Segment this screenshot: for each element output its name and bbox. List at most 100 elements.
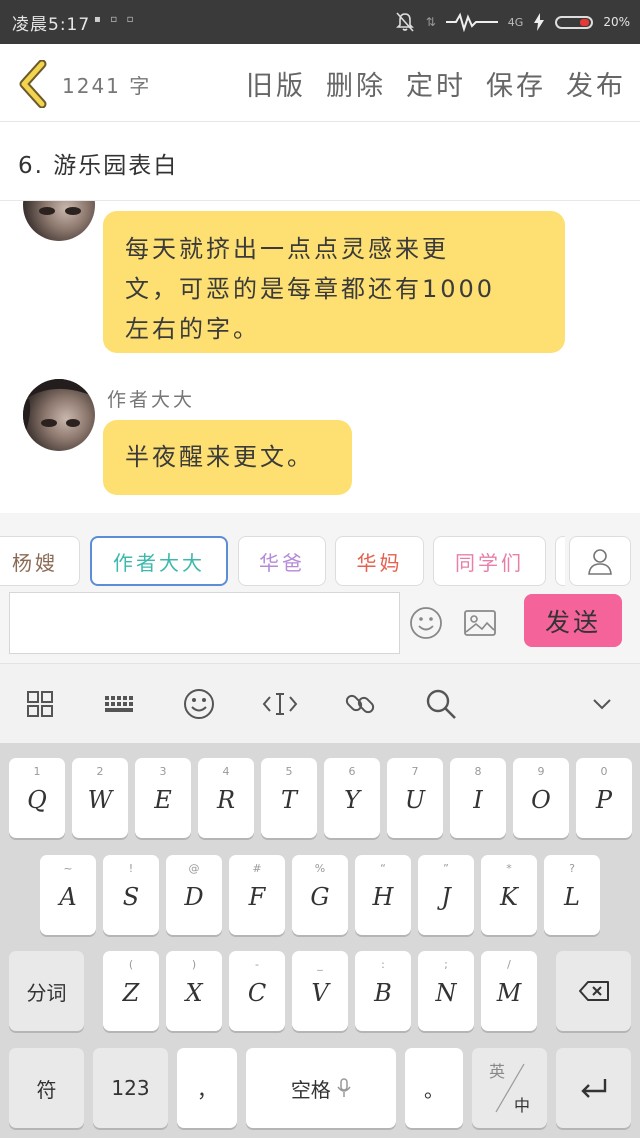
message-input[interactable] xyxy=(9,592,400,654)
keyboard: 1Q 2W 3E 4R 5T 6Y 7U 8I 9O 0P ~ A ! S @ D #… xyxy=(0,743,640,1138)
key-sub: 4 xyxy=(222,765,230,778)
key-letter: I xyxy=(473,786,483,814)
language-switch-key[interactable]: 英 中 xyxy=(472,1048,547,1128)
key-letter: U xyxy=(404,786,426,814)
back-button[interactable] xyxy=(16,59,50,109)
key-sub: # xyxy=(252,862,262,875)
number-key[interactable]: 123 xyxy=(93,1048,168,1128)
battery-icon xyxy=(555,15,594,29)
key-l[interactable]: ? L xyxy=(544,855,600,935)
key-i[interactable]: 8I xyxy=(450,758,506,838)
key-letter: Q xyxy=(27,786,47,814)
role-label: 同学们 xyxy=(455,550,524,575)
image-button[interactable] xyxy=(463,608,497,642)
backspace-key[interactable] xyxy=(556,951,631,1031)
key-h[interactable]: “H xyxy=(355,855,411,935)
role-chip-selected[interactable]: 作者大大 xyxy=(90,536,228,586)
key-sub: @ xyxy=(188,862,200,875)
role-chip[interactable]: 杨嫂 xyxy=(0,536,80,586)
key-j[interactable]: ” J xyxy=(418,855,474,935)
key-u[interactable]: 7U xyxy=(387,758,443,838)
cursor-edit-icon[interactable] xyxy=(260,684,300,724)
message-bubble[interactable]: 半夜醒来更文。 xyxy=(103,420,352,495)
key-label: 空格 xyxy=(290,1077,331,1102)
chapter-title[interactable]: 6. 游乐园表白 xyxy=(18,146,178,180)
old-version-button[interactable]: 旧版 xyxy=(246,64,306,103)
key-p[interactable]: 0P xyxy=(576,758,632,838)
key-m[interactable]: / M xyxy=(481,951,537,1031)
key-letter: N xyxy=(435,979,457,1007)
key-d[interactable]: @ D xyxy=(166,855,222,935)
manage-roles-button[interactable] xyxy=(569,536,631,586)
keyboard-layout-icon[interactable] xyxy=(99,684,139,724)
key-w[interactable]: 2W xyxy=(72,758,128,838)
space-label-group: 空格 xyxy=(246,1048,396,1128)
publish-button[interactable]: 发布 xyxy=(566,64,626,103)
key-sub: ( xyxy=(128,958,134,971)
search-icon[interactable] xyxy=(421,684,461,724)
key-sub: 8 xyxy=(474,765,482,778)
key-letter: J xyxy=(441,883,451,911)
key-letter: R xyxy=(216,786,236,814)
key-sub: ” xyxy=(443,862,449,875)
notification-icons: ▪ ▫ ▫ xyxy=(94,14,134,25)
key-sub: ! xyxy=(128,862,134,875)
key-x[interactable]: ) X xyxy=(166,951,222,1031)
comma-key[interactable]: ， xyxy=(177,1048,237,1128)
key-c[interactable]: -C xyxy=(229,951,285,1031)
save-button[interactable]: 保存 xyxy=(486,64,546,103)
key-n[interactable]: ; N xyxy=(418,951,474,1031)
apps-grid-icon[interactable] xyxy=(20,684,60,724)
key-o[interactable]: 9O xyxy=(513,758,569,838)
key-v[interactable]: _ V xyxy=(292,951,348,1031)
key-b[interactable]: :B xyxy=(355,951,411,1031)
avatar[interactable] xyxy=(23,379,95,451)
enter-key[interactable] xyxy=(556,1048,631,1128)
symbol-key[interactable]: 符 xyxy=(9,1048,84,1128)
delete-button[interactable]: 删除 xyxy=(326,64,386,103)
data-arrows-icon: ⇅ xyxy=(425,15,436,29)
person-icon xyxy=(588,549,612,575)
role-chip-partial[interactable] xyxy=(555,536,565,586)
key-letter: E xyxy=(154,786,172,814)
role-chip[interactable]: 华爸 xyxy=(238,536,326,586)
emoji-button[interactable] xyxy=(409,606,443,644)
key-label: 分词 xyxy=(26,980,67,1005)
chat-area[interactable]: 每天就挤出一点点灵感来更 文，可恶的是每章都还有1000 左右的字。 作者大大 … xyxy=(0,201,640,513)
key-g[interactable]: % G xyxy=(292,855,348,935)
key-sub: 9 xyxy=(537,765,545,778)
chevron-down-icon[interactable] xyxy=(582,684,622,724)
emoji-panel-icon[interactable] xyxy=(179,684,219,724)
avatar[interactable] xyxy=(23,201,95,241)
send-button[interactable]: 发送 xyxy=(524,594,622,647)
key-sub: ? xyxy=(569,862,575,875)
key-f[interactable]: # F xyxy=(229,855,285,935)
key-e[interactable]: 3E xyxy=(135,758,191,838)
period-key[interactable]: 。 xyxy=(405,1048,463,1128)
segment-key[interactable]: 分词 xyxy=(9,951,84,1031)
signal-wave-icon xyxy=(445,12,498,32)
key-r[interactable]: 4R xyxy=(198,758,254,838)
key-z[interactable]: (Z xyxy=(103,951,159,1031)
role-label: 华妈 xyxy=(356,550,403,575)
key-t[interactable]: 5T xyxy=(261,758,317,838)
space-key[interactable]: 空格 xyxy=(246,1048,396,1128)
key-letter: W xyxy=(87,786,113,814)
key-s[interactable]: ! S xyxy=(103,855,159,935)
key-k[interactable]: * K xyxy=(481,855,537,935)
message-bubble[interactable]: 每天就挤出一点点灵感来更 文，可恶的是每章都还有1000 左右的字。 xyxy=(103,211,565,353)
key-y[interactable]: 6Y xyxy=(324,758,380,838)
key-sub: “ xyxy=(380,862,386,875)
key-sub: _ xyxy=(317,958,323,971)
link-icon[interactable] xyxy=(340,684,380,724)
key-letter: L xyxy=(564,883,580,911)
key-q[interactable]: 1Q xyxy=(9,758,65,838)
role-label: 作者大大 xyxy=(113,550,205,575)
schedule-button[interactable]: 定时 xyxy=(406,64,466,103)
key-sub: 1 xyxy=(33,765,41,778)
key-a[interactable]: ~ A xyxy=(40,855,96,935)
role-chip[interactable]: 同学们 xyxy=(433,536,546,586)
backspace-icon xyxy=(556,951,631,1031)
key-label: 。 xyxy=(424,1077,444,1102)
role-chip[interactable]: 华妈 xyxy=(335,536,424,586)
